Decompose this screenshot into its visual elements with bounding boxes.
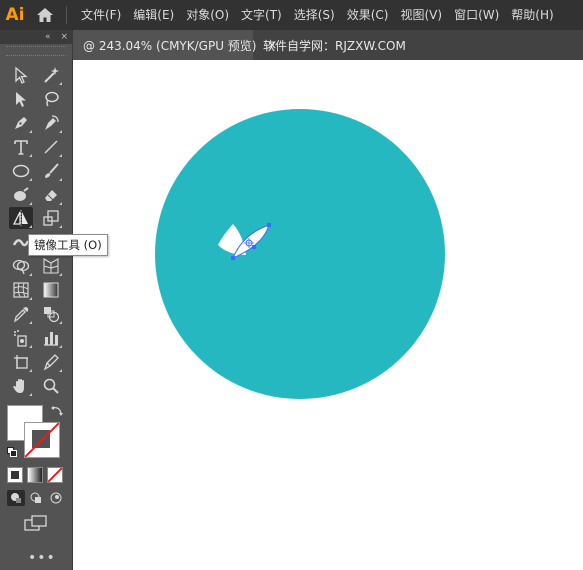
type-tool-icon[interactable] [9, 136, 33, 158]
zoom-tool-icon[interactable] [39, 375, 63, 397]
reflect-tool-icon[interactable] [9, 207, 33, 229]
teal-circle[interactable] [155, 109, 445, 399]
draw-behind-icon[interactable] [27, 490, 45, 506]
direct-selection-icon[interactable] [9, 88, 33, 110]
menu-help[interactable]: 帮助(H) [505, 0, 559, 30]
tab-document-active[interactable]: @ 243.04% (CMYK/GPU 预览) × [73, 30, 277, 60]
menu-view[interactable]: 视图(V) [394, 0, 448, 30]
menu-divider [66, 6, 67, 24]
ellipse-tool-icon[interactable] [9, 160, 33, 182]
eraser-icon[interactable] [39, 184, 63, 206]
column-graph-icon[interactable] [39, 327, 63, 349]
perspective-grid-icon[interactable] [39, 255, 63, 277]
eyedropper-icon[interactable] [9, 303, 33, 325]
curvature-tool-icon[interactable] [39, 112, 63, 134]
panel-grip[interactable] [6, 46, 66, 56]
swap-fill-stroke-icon[interactable] [50, 404, 64, 421]
draw-normal-icon[interactable] [7, 490, 25, 506]
scale-tool-icon[interactable] [39, 207, 63, 229]
gradient-tool-icon[interactable] [39, 279, 63, 301]
menu-object[interactable]: 对象(O) [180, 0, 235, 30]
pen-tool-icon[interactable] [9, 112, 33, 134]
home-icon[interactable] [30, 0, 60, 30]
menu-effect[interactable]: 效果(C) [341, 0, 395, 30]
stroke-swatch[interactable] [24, 422, 60, 458]
edit-toolbar-icon[interactable]: ••• [28, 550, 56, 566]
menu-file[interactable]: 文件(F) [75, 0, 127, 30]
tab-label: 软件自学网：RJZXW.COM [263, 38, 406, 53]
screen-mode-icon[interactable] [24, 515, 48, 534]
none-mode-button[interactable] [47, 467, 63, 483]
shaper-tool-icon[interactable] [9, 184, 33, 206]
selection-tool-icon[interactable] [9, 64, 33, 86]
app-logo: Ai [5, 5, 25, 25]
artboard[interactable] [73, 60, 583, 570]
default-fill-stroke-icon[interactable] [7, 446, 17, 457]
blend-tool-icon[interactable] [39, 303, 63, 325]
hand-tool-icon[interactable] [9, 375, 33, 397]
slice-tool-icon[interactable] [39, 351, 63, 373]
anchor-point [252, 245, 256, 249]
close-panel-icon[interactable]: × [60, 32, 68, 42]
collapse-panel-icon[interactable]: « [45, 32, 51, 42]
menu-bar: Ai 文件(F) 编辑(E) 对象(O) 文字(T) 选择(S) 效果(C) 视… [0, 0, 583, 30]
none-slash-icon [25, 423, 59, 457]
mesh-tool-icon[interactable] [9, 279, 33, 301]
lasso-icon[interactable] [39, 88, 63, 110]
anchor-point [231, 256, 235, 260]
shape-builder-icon[interactable] [9, 255, 33, 277]
tab-label: @ 243.04% (CMYK/GPU 预览) [83, 38, 257, 53]
gradient-mode-button[interactable] [27, 467, 43, 483]
tools-panel-header: « × [0, 30, 72, 44]
magic-wand-icon[interactable] [39, 64, 63, 86]
color-mode-button[interactable] [7, 467, 23, 483]
menu-edit[interactable]: 编辑(E) [127, 0, 180, 30]
draw-inside-icon[interactable] [47, 490, 65, 506]
menu-type[interactable]: 文字(T) [235, 0, 288, 30]
paintbrush-icon[interactable] [39, 160, 63, 182]
menu-select[interactable]: 选择(S) [288, 0, 341, 30]
menu-window[interactable]: 窗口(W) [448, 0, 505, 30]
tab-document-2[interactable]: 软件自学网：RJZXW.COM [253, 30, 414, 60]
document-tab-bar: @ 243.04% (CMYK/GPU 预览) × 软件自学网：RJZXW.CO… [73, 30, 583, 60]
anchor-point [267, 223, 271, 227]
line-segment-icon[interactable] [39, 136, 63, 158]
artboard-tool-icon[interactable] [9, 351, 33, 373]
symbol-sprayer-icon[interactable] [9, 327, 33, 349]
